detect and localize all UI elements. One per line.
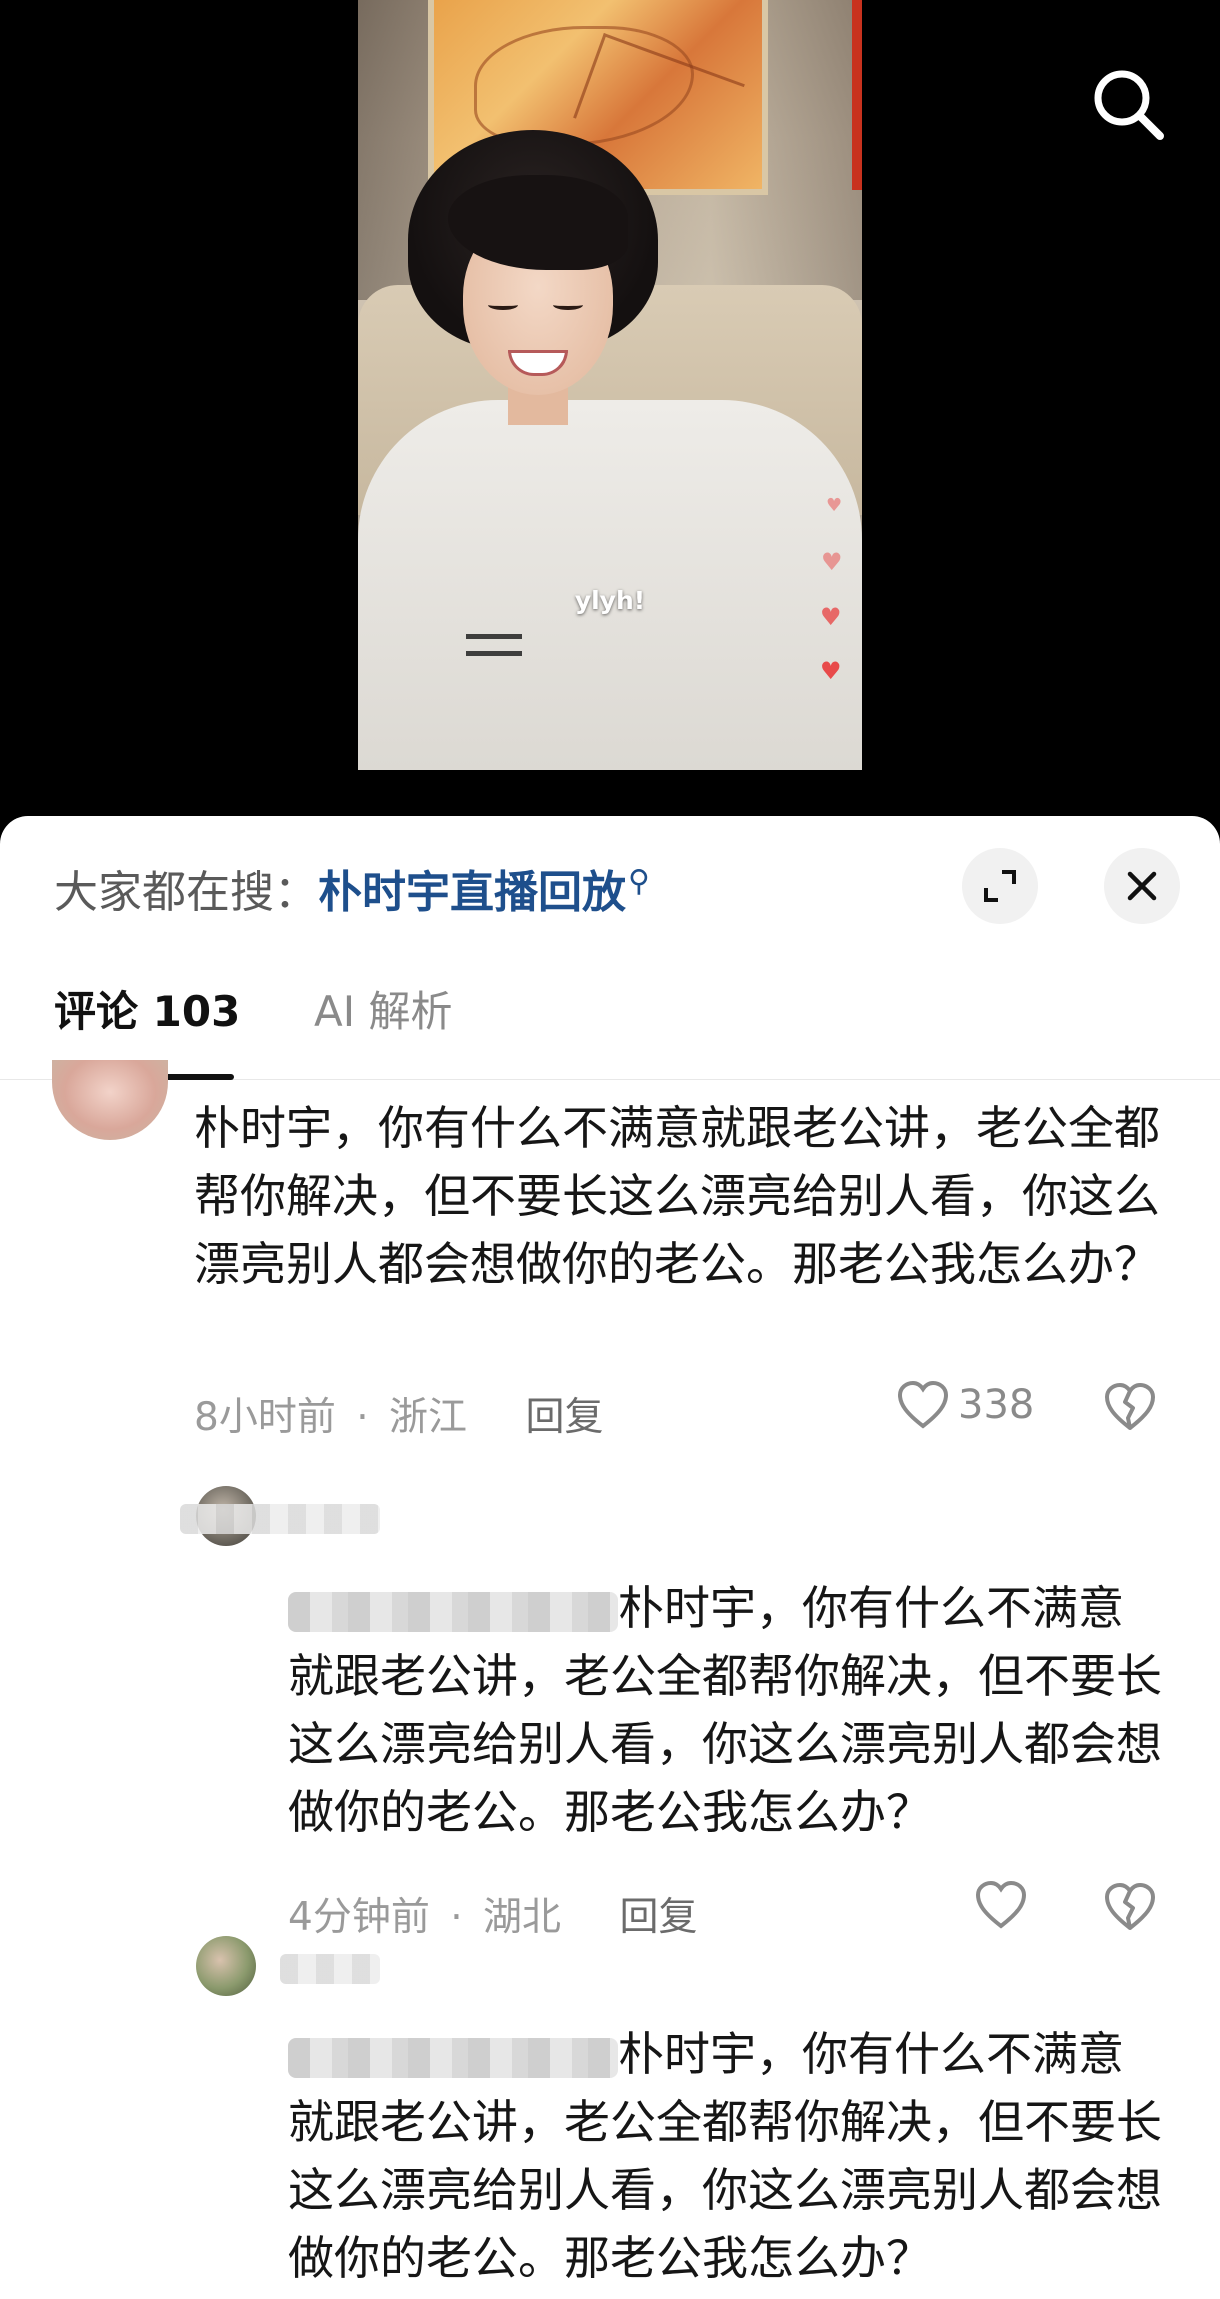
close-icon (1127, 871, 1157, 901)
blurred-mention (288, 1591, 618, 1632)
avatar[interactable] (196, 1936, 256, 1996)
search-icon (1094, 70, 1164, 140)
search-hint-term[interactable]: 朴时宇直播回放 (318, 867, 626, 918)
reply-text-wrapper: 朴时宇，你有什么不满意就跟老公讲，老公全都帮你解决，但不要长这么漂亮给别人看，你… (288, 2020, 1168, 2292)
like-button[interactable]: 338 (896, 1380, 1034, 1430)
person-shirt (358, 400, 862, 770)
search-small-icon: ⚲ (628, 864, 650, 900)
expand-icon (984, 870, 1016, 902)
comment-time: 8小时前 (194, 1395, 336, 1440)
reply-button[interactable]: 回复 (525, 1395, 603, 1440)
reply-button[interactable]: 回复 (619, 1895, 697, 1940)
floating-heart-icon: ♥ (820, 603, 842, 631)
close-button[interactable] (1104, 848, 1180, 924)
broken-heart-icon (1105, 1883, 1155, 1930)
comment-meta: 4分钟前 · 湖北 回复 (288, 1895, 698, 1940)
comment-location: 湖北 (483, 1895, 562, 1940)
like-button[interactable] (974, 1880, 1036, 1930)
comment-time: 4分钟前 (288, 1895, 430, 1940)
reply-item: 朴时宇，你有什么不满意就跟老公讲，老公全都帮你解决，但不要长这么漂亮给别人看，你… (0, 1486, 1220, 1940)
like-count: 338 (958, 1382, 1035, 1428)
floating-heart-icon: ♥ (821, 548, 843, 576)
reply-text-wrapper: 朴时宇，你有什么不满意就跟老公讲，老公全都帮你解决，但不要长这么漂亮给别人看，你… (288, 1574, 1168, 1846)
floating-heart-icon: ♥ (826, 495, 843, 516)
heart-outline-icon (897, 1380, 949, 1429)
comment-location: 浙江 (389, 1395, 468, 1440)
video-caption: ylyh! (574, 586, 646, 615)
blurred-mention (288, 2037, 618, 2078)
expand-button[interactable] (962, 848, 1038, 924)
floating-heart-icon: ♥ (820, 657, 842, 685)
search-hint-prefix: 大家都在搜： (54, 867, 318, 918)
tab-ai-analysis[interactable]: AI 解析 (314, 976, 452, 1080)
search-button[interactable] (1088, 64, 1168, 144)
comment-text: 朴时宇，你有什么不满意就跟老公讲，老公全都帮你解决，但不要长这么漂亮给别人看，你… (194, 1101, 1160, 1291)
broken-heart-icon (1105, 1383, 1155, 1430)
avatar[interactable] (52, 1060, 168, 1140)
dislike-button[interactable] (1102, 1378, 1158, 1434)
comment-item: 朴时宇，你有什么不满意就跟老公讲，老公全都帮你解决，但不要长这么漂亮给别人看，你… (0, 1060, 1220, 1440)
comment-sheet: 大家都在搜：朴时宇直播回放⚲ 评论 103 AI 解析 朴时宇，你有什么不满意就… (0, 816, 1220, 2299)
video-player[interactable]: ylyh! ♥ ♥ ♥ ♥ (0, 0, 1220, 830)
blurred-username (280, 1954, 380, 1984)
tab-bar: 评论 103 AI 解析 (0, 976, 1220, 1080)
video-frame[interactable]: ylyh! ♥ ♥ ♥ ♥ (358, 0, 862, 770)
comment-meta: 8小时前 · 浙江 回复 (194, 1395, 604, 1440)
trending-search-hint[interactable]: 大家都在搜：朴时宇直播回放⚲ (54, 856, 650, 920)
heart-outline-icon (975, 1880, 1027, 1929)
reply-item: 朴时宇，你有什么不满意就跟老公讲，老公全都帮你解决，但不要长这么漂亮给别人看，你… (0, 1936, 1220, 2296)
blurred-username (180, 1504, 380, 1534)
dislike-button[interactable] (1102, 1878, 1158, 1934)
